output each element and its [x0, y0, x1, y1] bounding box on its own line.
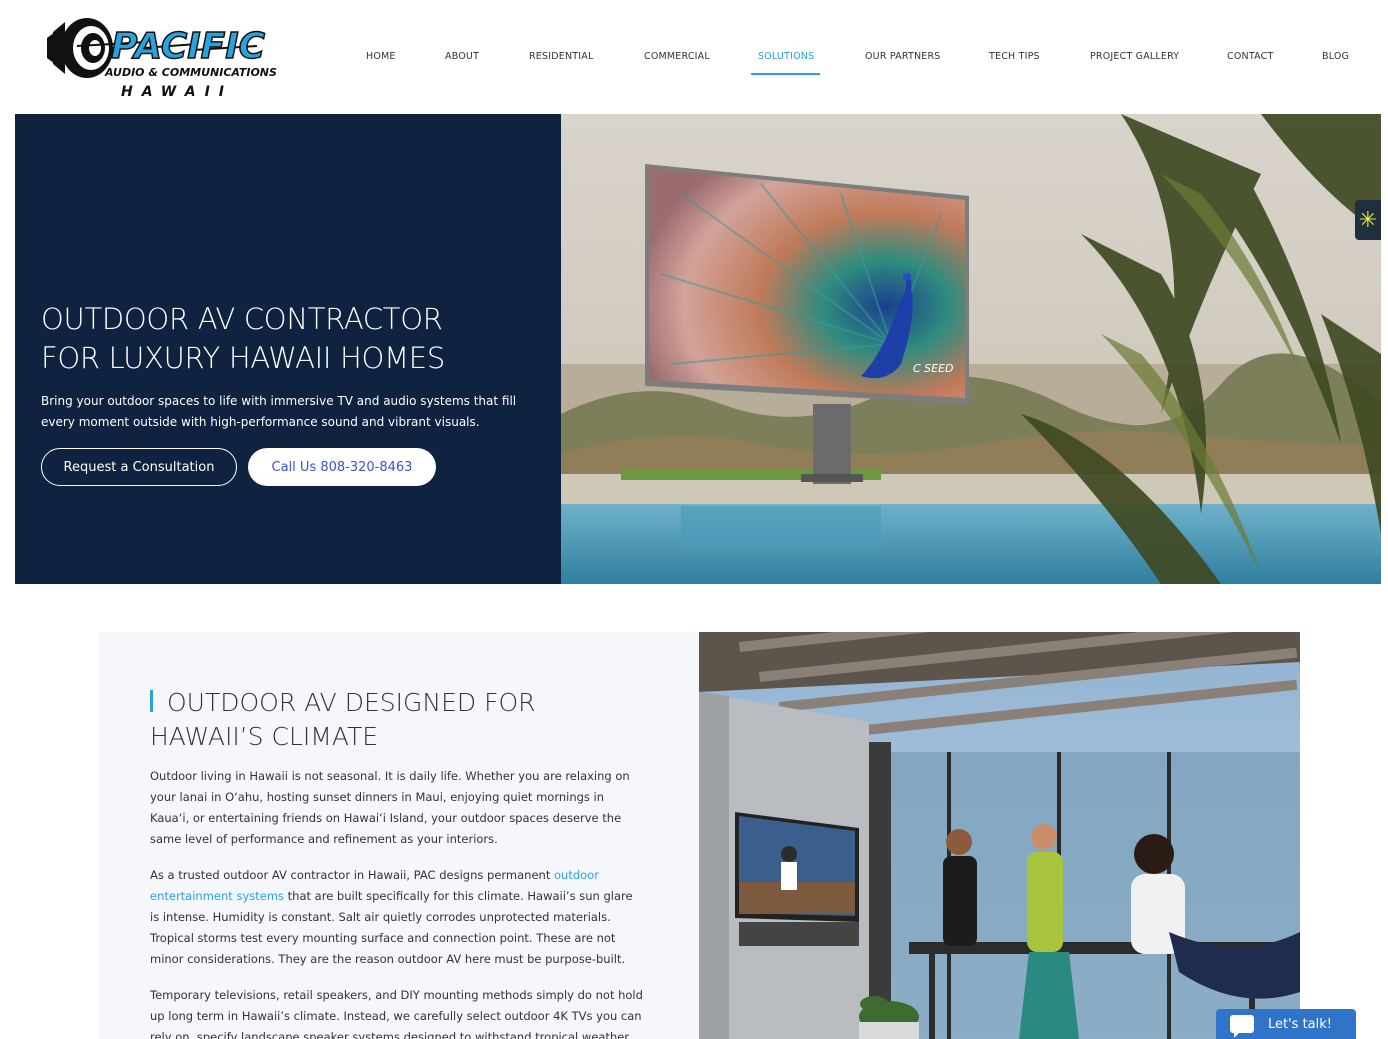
nav-solutions[interactable]: SOLUTIONS: [758, 51, 814, 62]
patio-party-image: [699, 632, 1300, 1039]
climate-text-panel: OUTDOOR AV DESIGNED FOR HAWAII’S CLIMATE…: [98, 632, 699, 1039]
nav-our-partners[interactable]: OUR PARTNERS: [865, 51, 941, 62]
chat-label: Let's talk!: [1268, 1016, 1333, 1032]
chat-bubble-icon: [1230, 1015, 1254, 1038]
nav-about[interactable]: ABOUT: [445, 51, 479, 62]
nav-residential[interactable]: RESIDENTIAL: [529, 51, 593, 62]
climate-paragraph-2: As a trusted outdoor AV contractor in Ha…: [150, 865, 645, 970]
pacific-audio-logo-icon: PACIFIC AUDIO & COMMUNICATIONS HAWAII: [47, 18, 277, 100]
hero-title-line1: OUTDOOR AV CONTRACTOR: [41, 302, 443, 336]
request-consultation-button[interactable]: Request a Consultation: [41, 448, 237, 486]
hero-title-line2: FOR LUXURY HAWAII HOMES: [41, 341, 445, 375]
accessibility-widget-icon[interactable]: ✳: [1355, 200, 1381, 240]
hero-text-panel: OUTDOOR AV CONTRACTOR FOR LUXURY HAWAII …: [15, 114, 561, 584]
hero-image-outdoor-tv: C SEED: [561, 114, 1381, 584]
svg-text:PACIFIC: PACIFIC: [111, 26, 266, 67]
site-header: PACIFIC AUDIO & COMMUNICATIONS HAWAII HO…: [15, 0, 1381, 114]
nav-contact[interactable]: CONTACT: [1227, 51, 1273, 62]
svg-text:AUDIO & COMMUNICATIONS: AUDIO & COMMUNICATIONS: [104, 66, 277, 79]
climate-paragraph-1: Outdoor living in Hawaii is not seasonal…: [150, 769, 630, 846]
screen-brand-label: C SEED: [913, 362, 954, 375]
hero-description: Bring your outdoor spaces to life with i…: [41, 394, 517, 429]
page: PACIFIC AUDIO & COMMUNICATIONS HAWAII HO…: [15, 0, 1381, 1039]
hero-title: OUTDOOR AV CONTRACTOR FOR LUXURY HAWAII …: [41, 300, 541, 378]
patio-tv-image: [699, 632, 1300, 1039]
outdoor-tv-pool-image: C SEED: [561, 114, 1381, 584]
hero-section: OUTDOOR AV CONTRACTOR FOR LUXURY HAWAII …: [15, 114, 1381, 584]
climate-heading: OUTDOOR AV DESIGNED FOR HAWAII’S CLIMATE: [150, 686, 670, 754]
site-logo[interactable]: PACIFIC AUDIO & COMMUNICATIONS HAWAII: [47, 16, 279, 100]
climate-heading-line2: HAWAII’S CLIMATE: [150, 722, 379, 751]
climate-paragraph-3: Temporary televisions, retail speakers, …: [150, 988, 643, 1039]
nav-home[interactable]: HOME: [366, 51, 396, 62]
nav-active-indicator: [751, 73, 820, 75]
main-navigation: HOME ABOUT RESIDENTIAL COMMERCIAL SOLUTI…: [335, 0, 1381, 114]
nav-tech-tips[interactable]: TECH TIPS: [989, 51, 1040, 62]
nav-project-gallery[interactable]: PROJECT GALLERY: [1090, 51, 1179, 62]
nav-commercial[interactable]: COMMERCIAL: [644, 51, 710, 62]
climate-section: OUTDOOR AV DESIGNED FOR HAWAII’S CLIMATE…: [98, 632, 1300, 1039]
climate-heading-line1: OUTDOOR AV DESIGNED FOR: [167, 688, 536, 717]
nav-blog[interactable]: BLOG: [1322, 51, 1349, 62]
lets-talk-chat-button[interactable]: Let's talk!: [1216, 1009, 1356, 1039]
call-us-button[interactable]: Call Us 808-320-8463: [248, 448, 436, 486]
svg-text:HAWAII: HAWAII: [121, 84, 233, 100]
climate-paragraph-2-start: As a trusted outdoor AV contractor in Ha…: [150, 868, 554, 882]
